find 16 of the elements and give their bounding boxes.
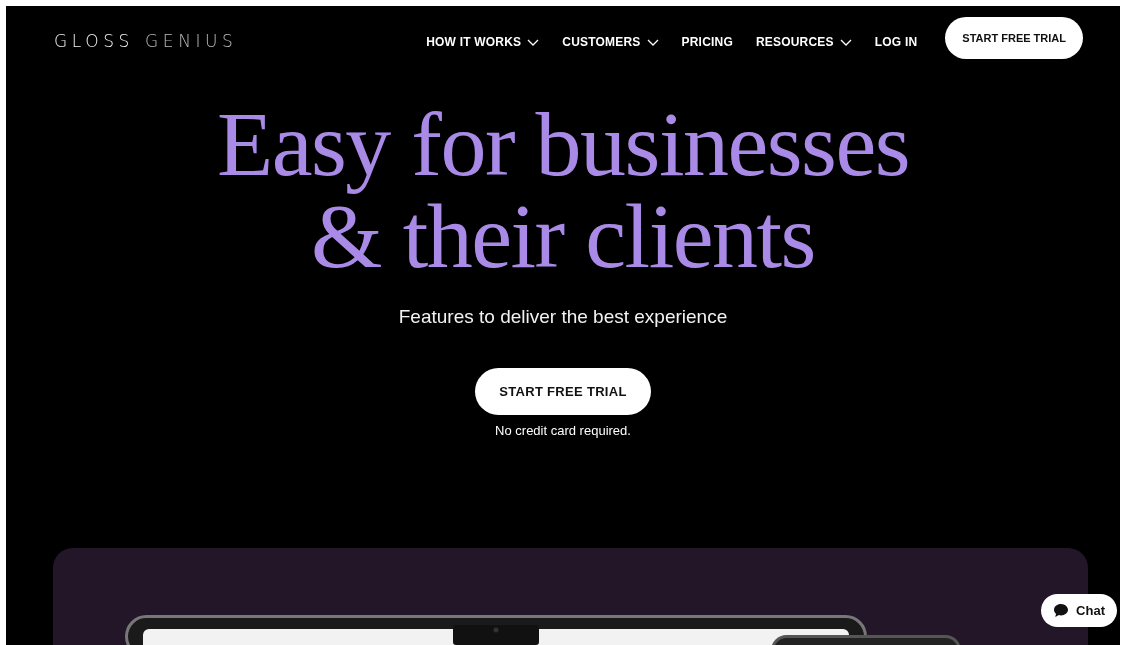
chat-button[interactable]: Chat — [1041, 594, 1117, 627]
chevron-down-icon — [527, 38, 540, 46]
hero-subtitle: Features to deliver the best experience — [398, 306, 728, 328]
start-trial-button[interactable]: START FREE TRIAL — [945, 17, 1083, 59]
logo-text[interactable]: GLOSS — [54, 31, 134, 51]
chevron-down-icon — [839, 38, 852, 46]
start-trial-button[interactable]: START FREE TRIAL — [475, 368, 651, 415]
nav-link[interactable]: RESOURCES — [755, 35, 852, 49]
no-credit-card-note: No credit card required. — [495, 423, 631, 438]
nav-link[interactable]: LOG IN — [874, 35, 918, 49]
nav-link[interactable]: CUSTOMERS — [562, 35, 659, 49]
logo-text[interactable]: GENIUS — [145, 31, 238, 51]
nav-link[interactable]: PRICING — [681, 35, 733, 49]
nav-link[interactable]: HOW IT WORKS — [426, 35, 540, 49]
chevron-down-icon — [646, 38, 659, 46]
speech-bubble-icon — [1053, 603, 1070, 618]
